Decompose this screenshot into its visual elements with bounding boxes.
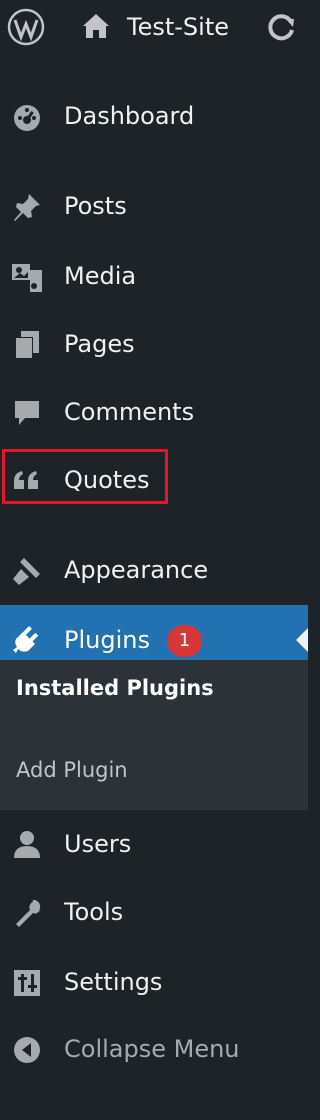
menu-item-dashboard[interactable]: Dashboard [0, 86, 308, 146]
wordpress-logo-icon[interactable] [4, 6, 48, 48]
menu-label-posts: Posts [64, 192, 127, 220]
menu-item-appearance[interactable]: Appearance [0, 540, 308, 600]
menu-label-comments: Comments [64, 398, 195, 426]
menu-item-pages[interactable]: Pages [0, 314, 308, 374]
admin-bar: Test-Site [0, 0, 308, 54]
update-count-badge: 1 [167, 625, 202, 657]
menu-label-pages: Pages [64, 330, 135, 358]
settings-sliders-icon [10, 966, 44, 1000]
comments-icon [10, 396, 44, 430]
menu-item-comments[interactable]: Comments [0, 382, 308, 442]
current-menu-arrow [296, 628, 308, 652]
menu-label-appearance: Appearance [64, 556, 209, 584]
collapse-arrow-icon [10, 1033, 44, 1067]
wrench-icon [10, 896, 44, 930]
menu-label-tools: Tools [64, 898, 124, 926]
menu-label-plugins: Plugins [64, 626, 150, 654]
submenu-add-plugin[interactable]: Add Plugin [16, 756, 128, 784]
menu-label-users: Users [64, 830, 132, 858]
menu-label-media: Media [64, 262, 137, 290]
users-icon [10, 828, 44, 862]
site-name-link[interactable]: Test-Site [127, 12, 229, 42]
pushpin-icon [10, 190, 44, 224]
quotes-highlight-box [2, 449, 168, 504]
menu-item-users[interactable]: Users [0, 814, 308, 874]
menu-label-dashboard: Dashboard [64, 102, 195, 130]
home-icon[interactable] [80, 10, 112, 42]
menu-item-tools[interactable]: Tools [0, 882, 308, 942]
paintbrush-icon [10, 554, 44, 588]
menu-item-media[interactable]: Media [0, 246, 308, 306]
refresh-icon[interactable] [264, 10, 298, 44]
pages-icon [10, 328, 44, 362]
menu-label-collapse: Collapse Menu [64, 1035, 240, 1063]
plug-icon [10, 623, 44, 657]
dashboard-icon [10, 100, 44, 134]
media-icon [10, 260, 44, 294]
menu-item-settings[interactable]: Settings [0, 952, 308, 1012]
submenu-installed-plugins[interactable]: Installed Plugins [16, 674, 214, 702]
collapse-menu-button[interactable]: Collapse Menu [0, 1019, 308, 1079]
plugins-submenu: Installed Plugins Add Plugin [0, 660, 308, 810]
menu-label-settings: Settings [64, 968, 163, 996]
menu-item-posts[interactable]: Posts [0, 176, 308, 236]
